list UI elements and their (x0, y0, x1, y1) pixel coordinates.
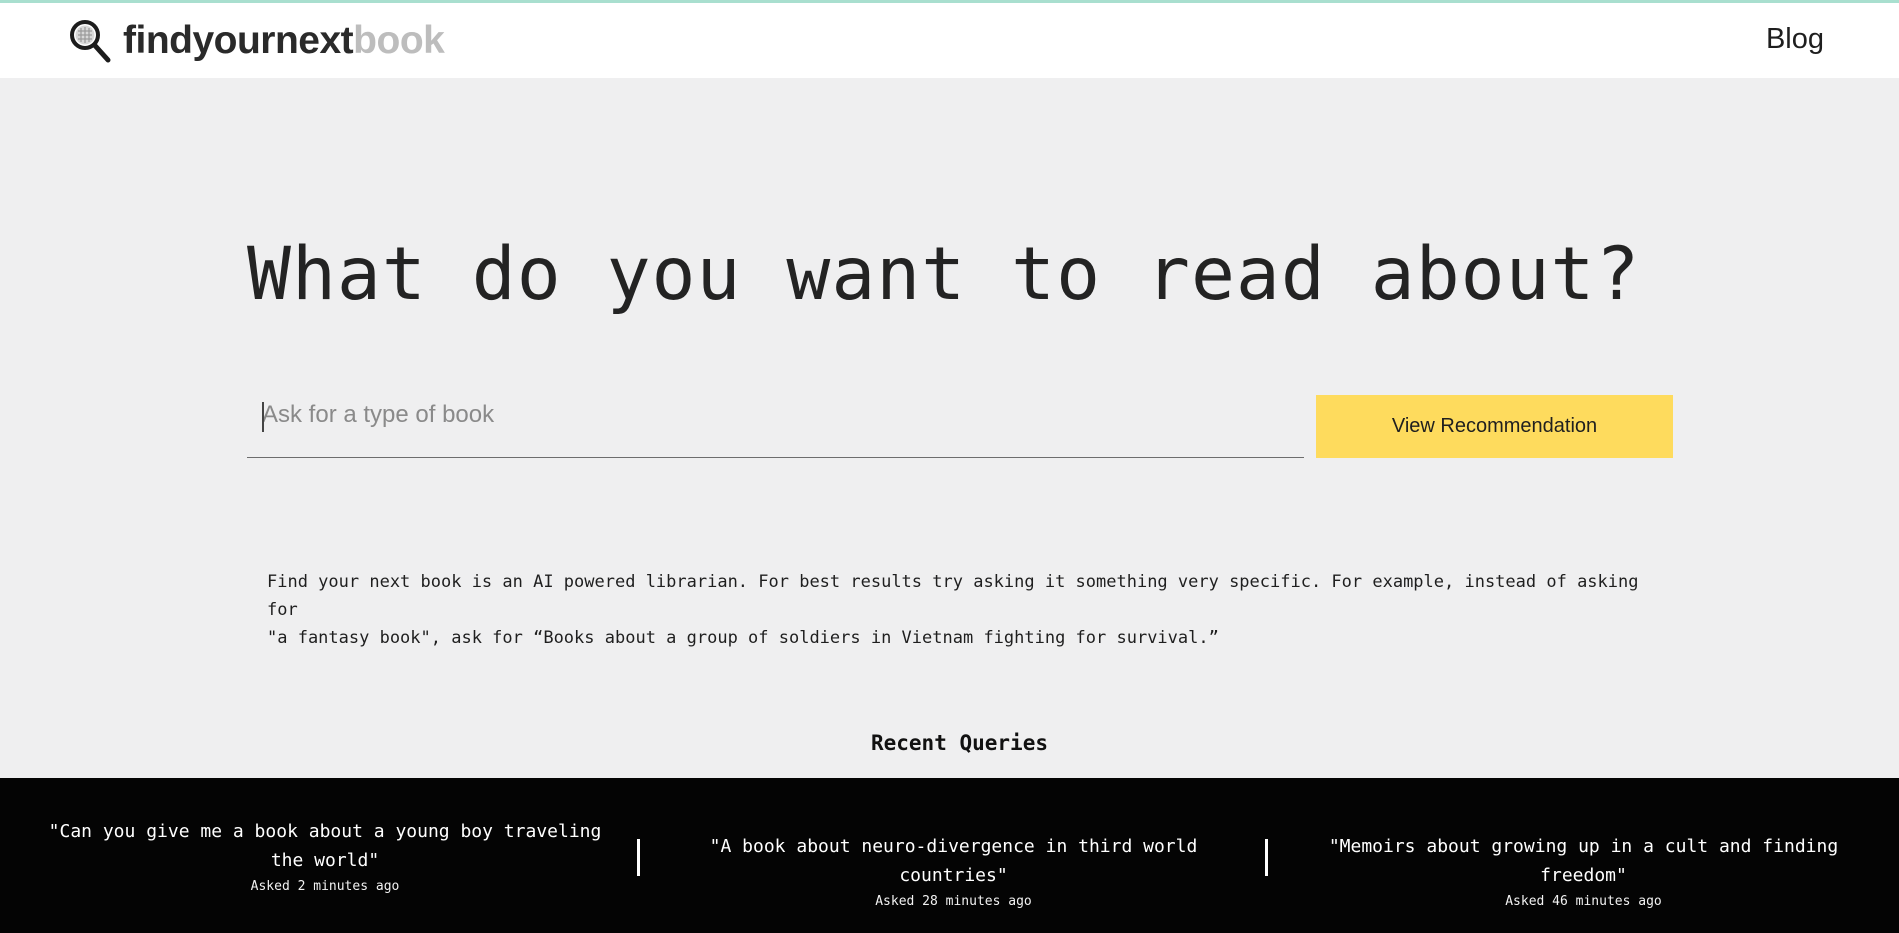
recent-query-time: Asked 2 minutes ago (250, 879, 400, 894)
recent-query-time: Asked 28 minutes ago (875, 894, 1032, 909)
intro-line-1: Find your next book is an AI powered lib… (267, 572, 1639, 620)
recent-query-text: "Can you give me a book about a young bo… (48, 821, 602, 871)
recent-queries-heading: Recent Queries (870, 731, 1048, 755)
logo-wordmark-dark: findyournext (123, 19, 354, 62)
recent-query-time: Asked 46 minutes ago (1505, 894, 1662, 909)
recent-query-item[interactable]: "Can you give me a book about a young bo… (40, 817, 610, 894)
text-caret (262, 402, 264, 432)
recent-query-item[interactable]: "A book about neuro-divergence in third … (660, 832, 1247, 909)
recent-query-text: "A book about neuro-divergence in third … (709, 836, 1198, 886)
logo-wordmark: findyournextbook (123, 17, 445, 65)
magnifier-book-icon (68, 17, 112, 65)
query-divider (1265, 839, 1268, 876)
recent-query-text: "Memoirs about growing up in a cult and … (1328, 836, 1839, 886)
search-input[interactable] (247, 384, 1304, 456)
recent-queries-strip: "Can you give me a book about a young bo… (0, 778, 1899, 933)
logo-wordmark-light: book (353, 19, 445, 62)
view-recommendation-button[interactable]: View Recommendation (1316, 395, 1673, 458)
site-logo[interactable]: findyournextbook (68, 17, 445, 65)
page-title: What do you want to read about? (247, 232, 1641, 317)
nav-blog-link[interactable]: Blog (1766, 19, 1824, 59)
recent-query-item[interactable]: "Memoirs about growing up in a cult and … (1290, 832, 1877, 909)
intro-line-2: "a fantasy book", ask for “Books about a… (267, 628, 1219, 648)
search-field-wrapper (247, 384, 1304, 458)
intro-description: Find your next book is an AI powered lib… (267, 568, 1667, 652)
query-divider (637, 839, 640, 876)
site-header: findyournextbook Blog (0, 3, 1899, 78)
